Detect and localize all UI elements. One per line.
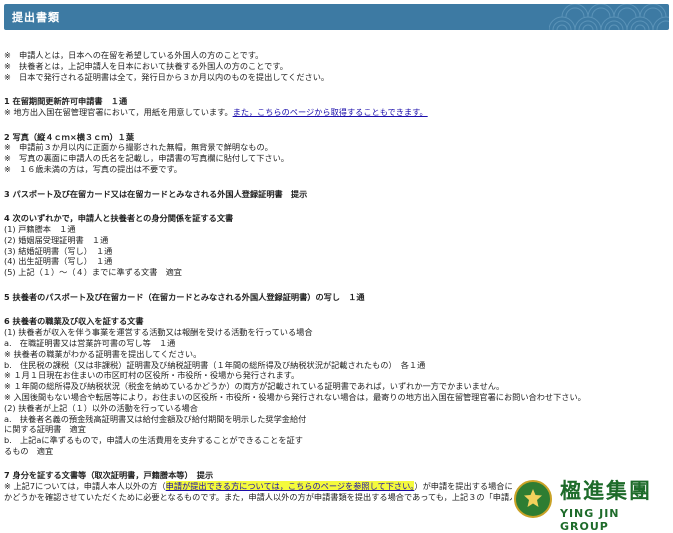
list-item: b. 住民税の課税（又は非課税）証明書及び納税証明書（１年間の総所得及び納税状況… [4, 359, 426, 370]
list-item: (4) 出生証明書（写し） １通 [4, 256, 113, 267]
list-item: ※ 申請前３か月以内に正面から撮影された無帽，無背景で鮮明なもの。 [4, 142, 273, 153]
list-item: ※ １年間の総所得及び納税状況（税金を納めているかどうか）の両方が記載されている… [4, 381, 505, 392]
section-7-note-pre: ※ 上記7については，申請人本人以外の方（ [4, 481, 166, 492]
note-line: ※ 扶養者とは，上記申請人を日本において扶養する外国人の方のことです。 [4, 60, 288, 71]
section-4-title: 4 次のいずれかで，申請人と扶養者との身分関係を証する文書 [4, 213, 234, 224]
list-item: に関する証明書 適宜 [4, 424, 86, 435]
section-1-note: ※ 地方出入国在留管理官署において，用紙を用意しています。また，こちらのページか… [4, 107, 669, 118]
form-download-link[interactable]: また，こちらのページから取得することもできます。 [233, 107, 428, 117]
logo-chinese-name: 楹進集團 [560, 479, 652, 503]
list-item: ※ １月１日現在お住まいの市区町村の区役所・市役所・役場から発行されます。 [4, 370, 300, 381]
list-item: ※ 扶養者の職業がわかる証明書を提出してください。 [4, 348, 202, 359]
list-item: a. 扶養者名義の預金残高証明書又は給付金額及び給付期間を明示した奨学金給付 [4, 413, 307, 424]
section-1-title: 1 在留期間更新許可申請書 １通 [4, 96, 128, 107]
list-item: a. 在職証明書又は営業許可書の写し等 １通 [4, 337, 176, 348]
list-item: ※ 写真の裏面に申請人の氏名を記載し，申請書の写真欄に貼付して下さい。 [4, 153, 289, 164]
list-item: (3) 結婚証明書（写し） １通 [4, 245, 113, 256]
list-item: ※ １６歳未満の方は，写真の提出は不要です。 [4, 163, 182, 174]
section-1-note-text: ※ 地方出入国在留管理官署において，用紙を用意しています。 [4, 106, 233, 117]
logo-emblem-icon [514, 480, 552, 518]
note-line: ※ 申請人とは，日本への在留を希望している外国人の方のことです。 [4, 50, 264, 60]
note-line: ※ 日本で発行される証明書は全て，発行日から３か月以内のものを提出してください。 [4, 71, 330, 82]
logo-english-name: YING JIN GROUP [560, 507, 620, 533]
section-5-title: 5 扶養者のパスポート及び在留カード（在留カードとみなされる外国人登録証明書）の… [4, 291, 365, 302]
list-item: (5) 上記（１）～（４）までに準ずる文書 適宜 [4, 267, 182, 278]
list-item: (1) 扶養者が収入を伴う事業を運営する活動又は報酬を受ける活動を行っている場合 [4, 327, 313, 338]
section-3-title: 3 パスポート及び在留カード又は在留カードとみなされる外国人登録証明書 提示 [4, 188, 308, 199]
list-item: b. 上記aに準ずるもので，申請人の生活費用を支弁することができることを証す [4, 435, 303, 446]
list-item: るもの 適宜 [4, 445, 54, 456]
company-logo: 楹進集團 YING JIN GROUP [512, 478, 670, 533]
list-item: ※ 入国後間もない場合や転居等により，お住まいの区役所・市役所・役場から発行され… [4, 391, 586, 402]
section-6-title: 6 扶養者の職業及び収入を証する文書 [4, 316, 144, 327]
section-2-title: 2 写真（縦４ｃｍ×横３ｃｍ）１葉 [4, 131, 135, 142]
list-item: (1) 戸籍謄本 １通 [4, 223, 76, 234]
section-title: 提出書類 [12, 11, 60, 24]
applicant-info-link[interactable]: 申請が提出できる方については，こちらのページを参照して下さい。 [165, 481, 415, 492]
list-item: (2) 扶養者が上記（１）以外の活動を行っている場合 [4, 402, 198, 413]
wave-pattern-icon [549, 4, 669, 30]
document-body: ※ 申請人とは，日本への在留を希望している外国人の方のことです。 ※ 扶養者とは… [4, 50, 669, 503]
section-header: 提出書類 [4, 4, 669, 30]
list-item: (2) 婚姻届受理証明書 １通 [4, 234, 109, 245]
